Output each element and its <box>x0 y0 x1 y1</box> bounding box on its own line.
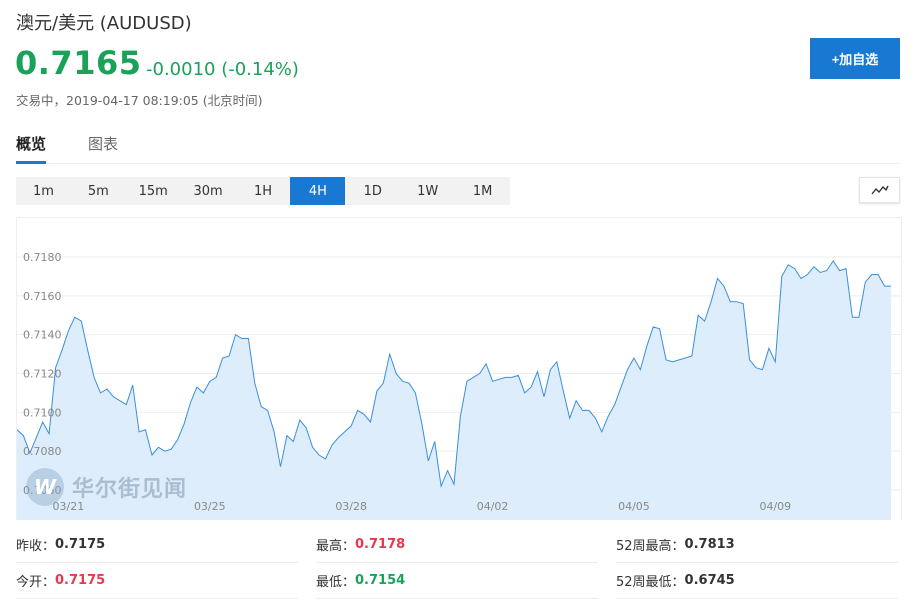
stat-label: 最低： <box>316 575 356 590</box>
x-tick-label: 03/25 <box>194 500 226 513</box>
tab-overview[interactable]: 概览 <box>16 133 47 164</box>
stat-52w-low: 52周最低： 0.6745 <box>616 563 898 599</box>
tab-chart[interactable]: 图表 <box>88 133 118 164</box>
stat-open: 今开： 0.7175 <box>16 563 298 599</box>
x-tick-label: 03/28 <box>335 500 367 513</box>
period-1d[interactable]: 1D <box>345 177 400 205</box>
tab-bar: 概览 图表 <box>16 128 900 164</box>
stat-value: 0.7178 <box>355 537 406 552</box>
stat-prev-close: 昨收： 0.7175 <box>16 527 298 563</box>
period-30m[interactable]: 30m <box>181 177 236 205</box>
x-tick-label: 04/02 <box>477 500 509 513</box>
y-tick-label: 0.7140 <box>23 329 62 342</box>
x-tick-label: 04/12 <box>901 500 902 513</box>
stat-value: 0.7813 <box>684 537 735 552</box>
current-price: 0.7165 <box>15 44 142 82</box>
stat-label: 52周最高： <box>616 539 685 554</box>
period-selector: 1m 5m 15m 30m 1H 4H 1D 1W 1M <box>16 177 510 205</box>
watermark: W 华尔街见闻 <box>26 467 187 507</box>
period-1h[interactable]: 1H <box>236 177 291 205</box>
stat-label: 昨收： <box>16 539 56 554</box>
trading-status: 交易中，2019-04-17 08:19:05 (北京时间) <box>16 93 263 108</box>
instrument-title: 澳元/美元 (AUDUSD) <box>16 13 192 34</box>
period-1m[interactable]: 1m <box>16 177 71 205</box>
stat-low: 最低： 0.7154 <box>316 563 598 599</box>
stat-label: 今开： <box>16 575 56 590</box>
stat-value: 0.7175 <box>55 573 106 588</box>
stat-value: 0.7154 <box>355 573 406 588</box>
y-tick-label: 0.7160 <box>23 290 62 303</box>
chart-type-button[interactable] <box>859 177 900 203</box>
x-tick-label: 04/09 <box>759 500 791 513</box>
stat-value: 0.6745 <box>684 573 735 588</box>
x-tick-label: 04/05 <box>618 500 650 513</box>
period-15m[interactable]: 15m <box>126 177 181 205</box>
period-5m[interactable]: 5m <box>71 177 126 205</box>
stat-value: 0.7175 <box>55 537 106 552</box>
period-1w[interactable]: 1W <box>400 177 455 205</box>
stat-label: 52周最低： <box>616 575 685 590</box>
y-tick-label: 0.7100 <box>23 406 62 419</box>
line-chart-icon <box>870 185 889 195</box>
y-tick-label: 0.7120 <box>23 368 62 381</box>
watermark-logo: W <box>26 468 64 506</box>
period-4h[interactable]: 4H <box>290 177 346 205</box>
y-tick-label: 0.7080 <box>23 445 62 458</box>
y-tick-label: 0.7180 <box>23 251 62 264</box>
stat-label: 最高： <box>316 539 356 554</box>
add-to-watchlist-button[interactable]: +加自选 <box>810 38 900 79</box>
stat-52w-high: 52周最高： 0.7813 <box>616 527 898 563</box>
stat-high: 最高： 0.7178 <box>316 527 598 563</box>
watermark-text: 华尔街见闻 <box>72 477 188 502</box>
price-change: -0.0010 (-0.14%) <box>146 59 299 80</box>
stats-panel: 昨收： 0.7175 最高： 0.7178 52周最高： 0.7813 今开： … <box>16 527 900 605</box>
period-1mo[interactable]: 1M <box>455 177 510 205</box>
